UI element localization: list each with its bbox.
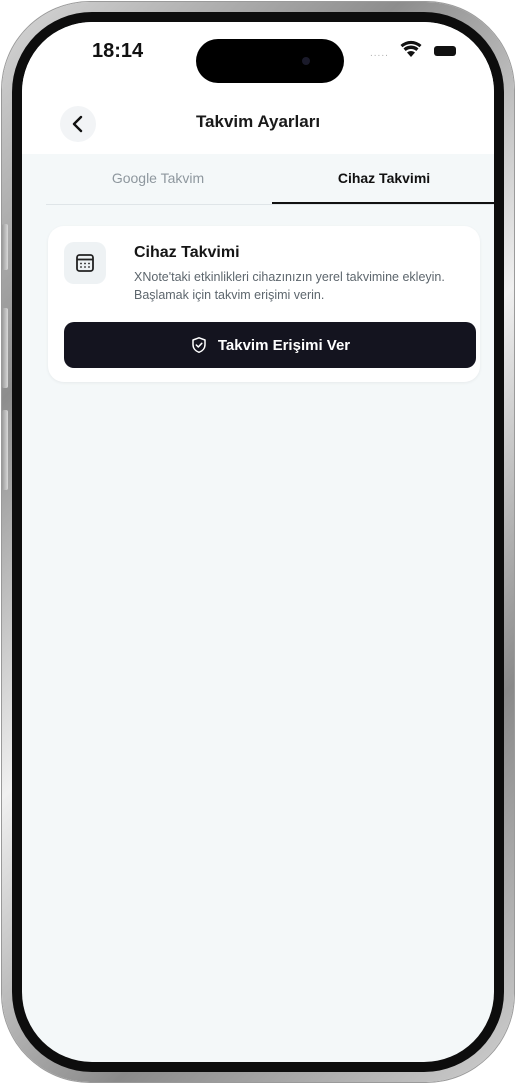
page-title: Takvim Ayarları	[195, 112, 321, 131]
calendar-icon	[76, 254, 94, 272]
screen: 18:14 ..... Takvim Ayarları Google Takvi…	[22, 22, 494, 1062]
dynamic-island	[196, 39, 344, 83]
camera-dot	[302, 57, 310, 65]
wifi-icon	[400, 40, 422, 57]
tab-bar: Google Takvim Cihaz Takvimi	[46, 154, 494, 205]
volume-down-button	[2, 410, 8, 490]
card-title: Cihaz Takvimi	[134, 244, 240, 261]
device-calendar-card: Cihaz Takvimi XNote'taki etkinlikleri ci…	[48, 226, 480, 382]
action-button	[2, 224, 8, 270]
card-description: XNote'taki etkinlikleri cihazınızın yere…	[134, 270, 445, 302]
volume-up-button	[2, 308, 8, 388]
shield-check-icon	[192, 337, 206, 354]
status-bar: 18:14 .....	[22, 22, 494, 92]
grant-button-label: Takvim Erişimi Ver	[217, 336, 351, 354]
battery-icon	[434, 46, 456, 56]
navigation-bar: Takvim Ayarları	[22, 92, 494, 154]
tab-google-calendar[interactable]: Google Takvim	[46, 154, 270, 202]
calendar-icon-container	[64, 242, 106, 284]
tab-device-calendar[interactable]: Cihaz Takvimi	[272, 154, 494, 204]
signal-icon: .....	[370, 48, 389, 59]
phone-frame: 18:14 ..... Takvim Ayarları Google Takvi…	[2, 2, 514, 1082]
phone-bezel: 18:14 ..... Takvim Ayarları Google Takvi…	[12, 12, 504, 1072]
status-time: 18:14	[92, 40, 144, 62]
grant-calendar-access-button[interactable]: Takvim Erişimi Ver	[64, 322, 476, 368]
